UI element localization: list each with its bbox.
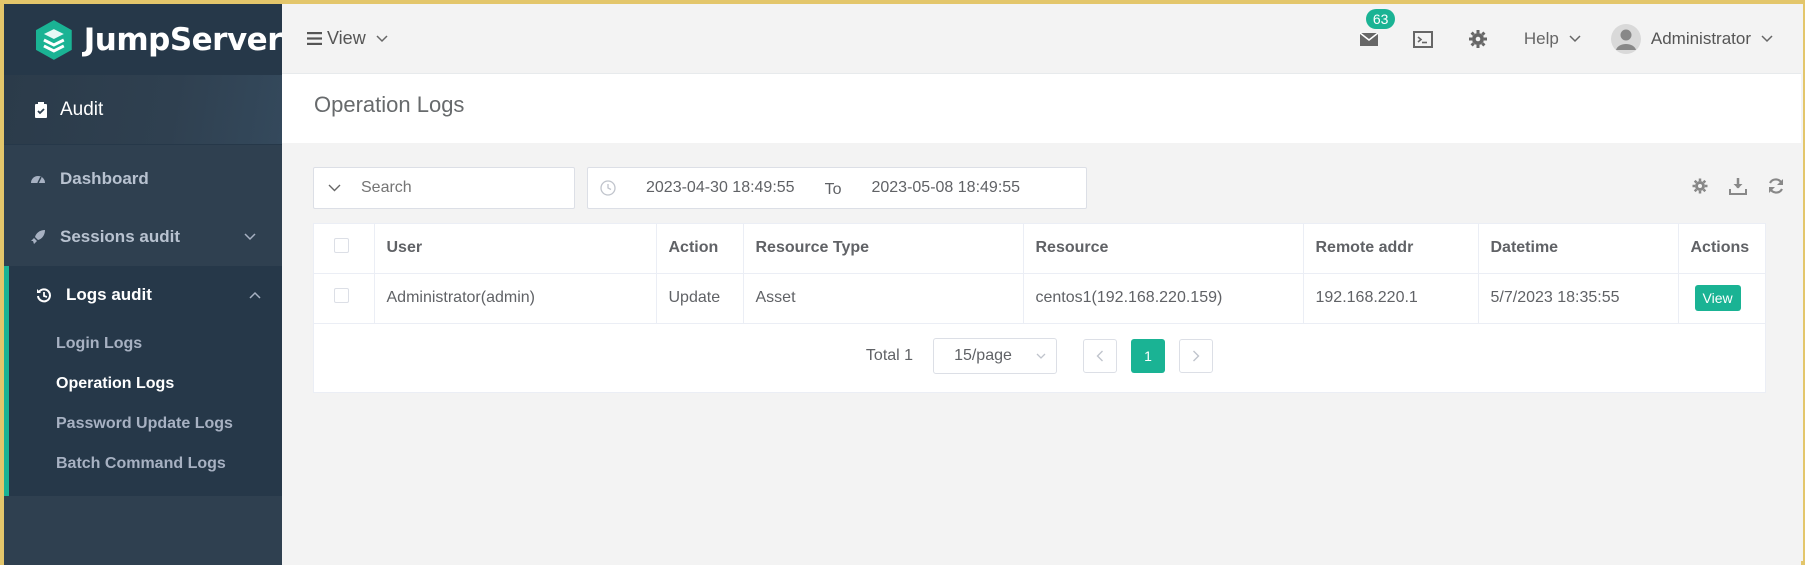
col-resource[interactable]: Resource [1023,224,1304,274]
table-header-row: User Action Resource Type Resource Remot… [314,224,1765,274]
table-settings-button[interactable] [1691,177,1709,195]
pagination: Total 1 15/page 1 [314,336,1765,376]
page-title: Operation Logs [314,92,465,117]
logs-audit-submenu: Login Logs Operation Logs Password Updat… [9,324,282,496]
user-name: Administrator [1650,29,1751,48]
col-datetime[interactable]: Datetime [1478,224,1679,274]
refresh-icon [1768,178,1784,194]
page-size-value: 15/page [954,347,1012,364]
avatar [1610,24,1641,54]
submenu-item-operation-logs[interactable]: Operation Logs [9,364,282,404]
brand-name: JumpServer [83,21,283,58]
date-range-picker[interactable]: 2023-04-30 18:49:55 To 2023-05-08 18:49:… [587,167,1087,209]
select-all-checkbox[interactable] [334,238,349,254]
operation-logs-table: User Action Resource Type Resource Remot… [313,223,1766,393]
help-label: Help [1523,29,1559,48]
cell-remote-addr: 192.168.220.1 [1303,273,1479,324]
submenu-item-password-update-logs[interactable]: Password Update Logs [9,404,282,444]
sidebar-item-label: Sessions audit [60,227,180,246]
section-title: Audit [60,98,104,120]
date-to[interactable]: 2023-05-08 18:49:55 [871,179,1020,197]
chevron-down-icon [1569,35,1581,43]
chevron-right-icon [1193,350,1200,362]
chevron-down-icon[interactable] [328,184,341,192]
view-menu-button[interactable]: View [307,28,388,49]
navbar-right: 63 Help Administrator [1347,4,1801,74]
view-label: View [327,28,366,48]
gear-icon [1468,30,1487,48]
sidebar-item-dashboard[interactable]: Dashboard [4,150,282,208]
terminal-icon [1412,31,1433,48]
chevron-down-icon [1036,353,1046,359]
jumpserver-logo-icon [35,19,72,60]
page-number-current[interactable]: 1 [1131,339,1166,373]
sidebar-item-logs-audit[interactable]: Logs audit [9,266,282,324]
next-page-button[interactable] [1179,339,1214,373]
view-detail-button[interactable]: View [1694,285,1741,311]
cell-datetime: 5/7/2023 18:35:55 [1478,273,1679,324]
sidebar-item-label: Dashboard [60,169,149,188]
search-box[interactable] [313,167,575,209]
top-navbar: View 63 Help Administrator [282,4,1801,74]
page-size-select[interactable]: 15/page [933,338,1058,374]
sidebar-item-label: Logs audit [66,285,152,304]
export-button[interactable] [1729,177,1747,195]
page-header: Operation Logs [282,74,1801,143]
table-tools [1671,177,1785,195]
clipboard-icon [35,101,47,118]
dashboard-icon [31,176,45,184]
download-icon [1729,178,1747,195]
messages-button[interactable]: 63 [1358,9,1396,50]
help-menu[interactable]: Help [1524,29,1581,49]
chevron-down-icon [244,233,256,241]
web-terminal-button[interactable] [1412,28,1434,50]
date-from[interactable]: 2023-04-30 18:49:55 [646,179,795,197]
main-content: 2023-04-30 18:49:55 To 2023-05-08 18:49:… [282,143,1801,565]
chevron-up-icon [249,291,261,299]
chevron-down-icon [1761,35,1773,43]
pagination-total: Total 1 [865,347,914,364]
clock-icon [600,180,616,196]
cell-resource: centos1(192.168.220.159) [1023,273,1304,324]
sidebar-item-sessions-audit[interactable]: Sessions audit [4,208,282,266]
gear-icon [1692,178,1708,194]
prev-page-button[interactable] [1083,339,1118,373]
user-menu[interactable]: Administrator [1610,24,1773,54]
refresh-button[interactable] [1767,177,1785,195]
cell-action: Update [656,273,744,324]
select-all-cell [314,224,375,274]
col-action[interactable]: Action [656,224,744,274]
rocket-icon [31,230,45,244]
hamburger-icon [307,32,322,45]
history-icon [37,288,51,303]
search-input[interactable] [361,179,541,197]
brand-logo[interactable]: JumpServer [4,4,283,75]
col-remote-addr[interactable]: Remote addr [1303,224,1479,274]
section-header[interactable]: Audit [4,75,282,145]
envelope-icon [1359,32,1379,46]
row-select-cell [314,273,375,324]
sidebar: JumpServer Audit Dashboard Sessions audi… [4,4,283,565]
message-count-badge: 63 [1365,9,1396,29]
col-actions: Actions [1678,224,1765,274]
cell-resource-type: Asset [743,273,1024,324]
row-checkbox[interactable] [334,288,349,303]
cell-actions: View [1678,273,1765,324]
table-row: Administrator(admin) Update Asset centos… [314,273,1765,324]
submenu-item-login-logs[interactable]: Login Logs [9,324,282,364]
chevron-down-icon [376,34,388,42]
submenu-item-batch-command-logs[interactable]: Batch Command Logs [9,444,282,484]
col-user[interactable]: User [374,224,657,274]
logs-audit-group: Logs audit Login Logs Operation Logs Pas… [4,266,282,496]
chevron-left-icon [1096,350,1104,362]
settings-button[interactable] [1467,28,1489,50]
date-separator: To [824,181,842,198]
user-avatar-icon [1610,24,1641,54]
cell-user: Administrator(admin) [374,273,657,324]
col-resource-type[interactable]: Resource Type [743,224,1024,274]
